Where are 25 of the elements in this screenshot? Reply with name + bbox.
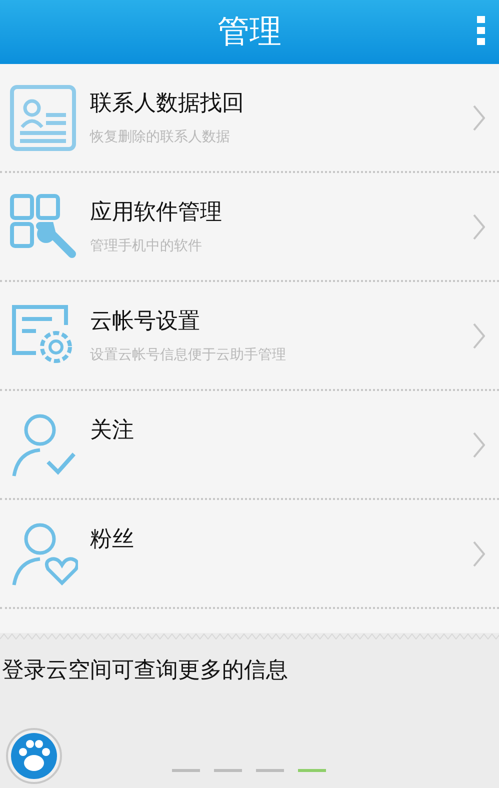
- item-title: 应用软件管理: [90, 199, 223, 227]
- apps-wrench-icon: [10, 194, 78, 260]
- menu-item[interactable]: 联系人数据找回 恢复删除的联系人数据: [0, 64, 499, 173]
- person-heart-icon: [10, 520, 78, 586]
- chevron-right-icon: [473, 432, 485, 458]
- item-title: 联系人数据找回: [90, 90, 245, 118]
- item-title: 粉丝: [90, 526, 135, 554]
- item-subtitle: 设置云帐号信息便于云助手管理: [90, 346, 287, 364]
- item-subtitle: 恢复删除的联系人数据: [90, 128, 231, 146]
- contact-card-icon: [10, 84, 76, 150]
- item-title: 关注: [90, 417, 135, 445]
- item-title: 云帐号设置: [90, 308, 201, 336]
- person-check-icon: [10, 412, 78, 478]
- more-menu-button[interactable]: [477, 16, 485, 46]
- menu-item[interactable]: 关注: [0, 391, 499, 500]
- chevron-right-icon: [473, 104, 485, 130]
- chevron-right-icon: [473, 540, 485, 566]
- screen-title: 管理: [218, 11, 282, 52]
- menu-item[interactable]: 粉丝: [0, 500, 499, 609]
- login-hint: 登录云空间可查询更多的信息: [2, 657, 289, 685]
- menu-item[interactable]: 云帐号设置 设置云帐号信息便于云助手管理: [0, 282, 499, 391]
- item-subtitle: 管理手机中的软件: [90, 237, 203, 255]
- chevron-right-icon: [473, 214, 485, 240]
- menu-item[interactable]: 应用软件管理 管理手机中的软件: [0, 173, 499, 282]
- chevron-right-icon: [473, 322, 485, 348]
